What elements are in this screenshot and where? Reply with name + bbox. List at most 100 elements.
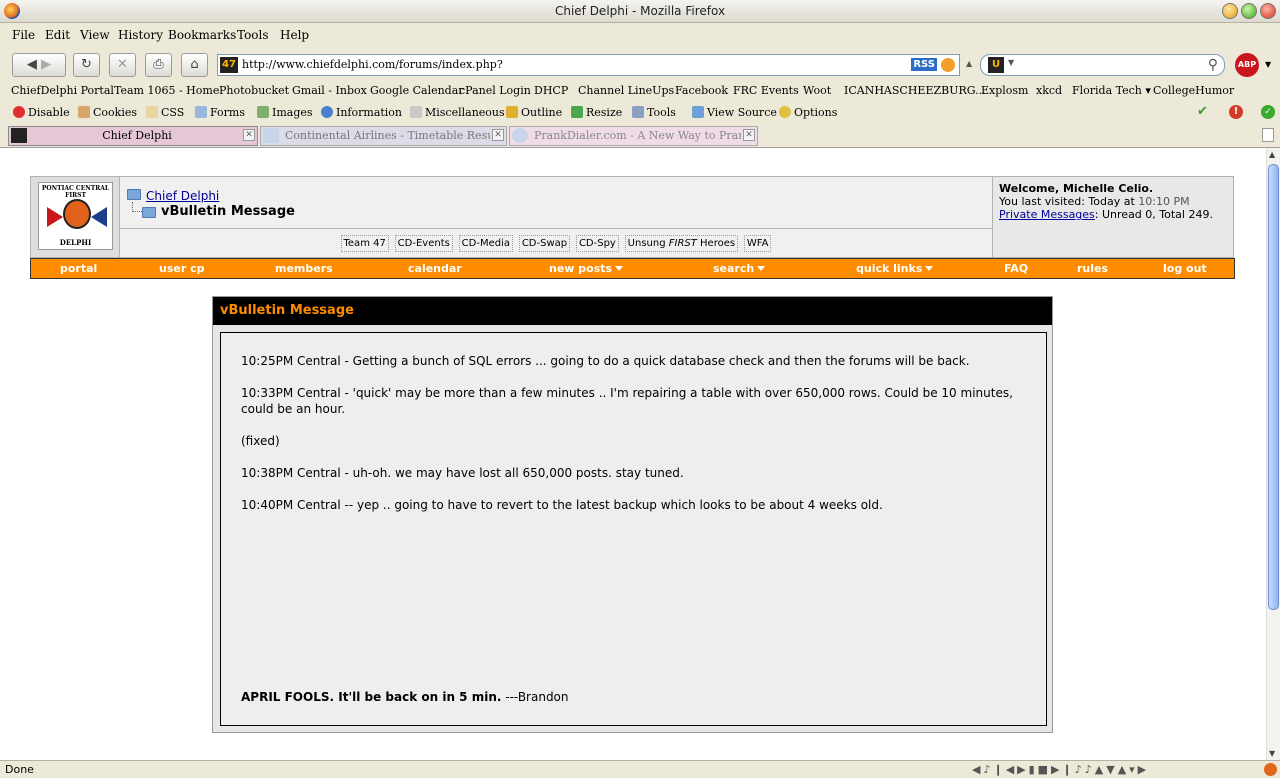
bookmark-item[interactable]: FRC Events bbox=[733, 84, 799, 97]
tab-prankdialer[interactable]: PrankDialer.com - A New Way to Prank Y..… bbox=[509, 126, 758, 146]
close-tab-icon[interactable]: ✕ bbox=[492, 129, 504, 141]
unsung-pre: Unsung bbox=[627, 238, 669, 249]
devtool-label: Forms bbox=[210, 106, 245, 119]
bookmark-item[interactable]: Gmail - Inbox bbox=[292, 84, 367, 97]
tab-continental[interactable]: Continental Airlines - Timetable Results… bbox=[260, 126, 507, 146]
private-messages-link[interactable]: Private Messages bbox=[999, 208, 1095, 221]
bookmark-item[interactable]: Google Calendar bbox=[370, 84, 464, 97]
media-controls-icons[interactable]: ◀♪❙◀▶▮■▶❙♪♪▲▼▲▾▶ bbox=[972, 763, 1149, 776]
nav-new-posts[interactable]: new posts bbox=[549, 262, 624, 275]
new-tab-icon[interactable] bbox=[1262, 128, 1274, 142]
menu-file[interactable]: File bbox=[12, 28, 35, 42]
adblock-plus-icon[interactable]: ABP bbox=[1235, 53, 1259, 77]
bookmark-item[interactable]: Photobucket bbox=[219, 84, 289, 97]
bookmark-item[interactable]: Facebook bbox=[675, 84, 728, 97]
bookmark-item[interactable]: Team 1065 - Home bbox=[114, 84, 219, 97]
bookmark-item[interactable]: Explosm bbox=[981, 84, 1029, 97]
back-arrow-icon[interactable]: ◀ bbox=[27, 57, 37, 72]
bookmark-item[interactable]: Channel LineUps bbox=[578, 84, 674, 97]
close-tab-icon[interactable]: ✕ bbox=[243, 129, 255, 141]
adblock-dropdown-icon[interactable]: ▼ bbox=[1265, 60, 1271, 69]
bookmark-item[interactable]: xkcd bbox=[1036, 84, 1062, 97]
private-messages: Private Messages: Unread 0, Total 249. bbox=[999, 208, 1227, 221]
menu-view[interactable]: View bbox=[80, 28, 110, 42]
go-icon[interactable] bbox=[941, 58, 955, 72]
engine-dropdown-icon[interactable]: ▼ bbox=[1008, 58, 1014, 67]
close-tab-icon[interactable]: ✕ bbox=[743, 129, 755, 141]
devtool-cookies[interactable]: Cookies bbox=[78, 106, 137, 119]
link-unsung-first-heroes[interactable]: Unsung FIRST Heroes bbox=[624, 235, 739, 252]
forward-arrow-icon[interactable]: ▶ bbox=[41, 57, 51, 72]
reload-button[interactable]: ↻ bbox=[73, 53, 100, 77]
status-ok-icon[interactable]: ✓ bbox=[1261, 105, 1275, 119]
search-box[interactable]: U ▼ ⚲ bbox=[980, 54, 1225, 76]
tab-chief-delphi[interactable]: Chief Delphi ✕ bbox=[8, 126, 258, 146]
search-engine-icon[interactable]: U bbox=[988, 57, 1004, 73]
menu-bookmarks[interactable]: Bookmarks bbox=[168, 28, 236, 42]
link-wfa[interactable]: WFA bbox=[743, 235, 772, 252]
minimize-button[interactable] bbox=[1222, 3, 1238, 19]
scroll-down-icon[interactable]: ▼ bbox=[1269, 749, 1275, 758]
devtool-view-source[interactable]: View Source bbox=[692, 106, 777, 119]
devtool-miscellaneous[interactable]: Miscellaneous bbox=[410, 106, 505, 119]
back-forward-button[interactable]: ◀ ▶ bbox=[12, 53, 66, 77]
stop-icon: ✕ bbox=[117, 57, 128, 72]
menu-history[interactable]: History bbox=[118, 28, 163, 42]
validation-ok-icon[interactable]: ✔ bbox=[1197, 104, 1208, 119]
scrollbar-thumb[interactable] bbox=[1268, 164, 1279, 610]
nav-rules[interactable]: rules bbox=[1077, 262, 1108, 275]
devtool-forms[interactable]: Forms bbox=[195, 106, 245, 119]
nav-portal[interactable]: portal bbox=[60, 262, 97, 275]
bookmark-item[interactable]: ChiefDelphi Portal bbox=[11, 84, 114, 97]
signoff-bold: APRIL FOOLS. It'll be back on in 5 min. bbox=[241, 690, 502, 704]
url-text[interactable]: http://www.chiefdelphi.com/forums/index.… bbox=[242, 58, 503, 71]
menu-help[interactable]: Help bbox=[280, 28, 309, 42]
bookmark-item[interactable]: cPanel Login bbox=[459, 84, 531, 97]
nav-log-out[interactable]: log out bbox=[1163, 262, 1207, 275]
link-cd-spy[interactable]: CD-Spy bbox=[575, 235, 619, 252]
nav-quick-links[interactable]: quick links bbox=[856, 262, 934, 275]
bookmark-item[interactable]: ICANHASCHEEZBURG... bbox=[844, 84, 986, 97]
bookmark-folder[interactable]: Florida Tech ▾ bbox=[1072, 84, 1151, 97]
history-dropdown-icon[interactable]: ▲ bbox=[966, 59, 972, 68]
nav-calendar[interactable]: calendar bbox=[408, 262, 462, 275]
devtool-tools[interactable]: Tools bbox=[632, 106, 676, 119]
vertical-scrollbar[interactable]: ▲ ▼ bbox=[1266, 148, 1280, 760]
link-cd-events[interactable]: CD-Events bbox=[394, 235, 453, 252]
chief-delphi-logo[interactable]: PONTIAC CENTRAL FIRST DELPHI bbox=[31, 177, 120, 257]
nav-faq[interactable]: FAQ bbox=[1004, 262, 1028, 275]
window-titlebar: Chief Delphi - Mozilla Firefox bbox=[0, 0, 1280, 23]
address-bar[interactable]: 47 http://www.chiefdelphi.com/forums/ind… bbox=[217, 54, 960, 76]
home-button[interactable]: ⌂ bbox=[181, 53, 208, 77]
devtool-information[interactable]: Information bbox=[321, 106, 402, 119]
maximize-button[interactable] bbox=[1241, 3, 1257, 19]
logo-orange-circle bbox=[63, 199, 91, 229]
error-icon[interactable]: ! bbox=[1229, 105, 1243, 119]
scroll-up-icon[interactable]: ▲ bbox=[1269, 150, 1275, 159]
link-team-47[interactable]: Team 47 bbox=[340, 235, 389, 252]
nav-search[interactable]: search bbox=[713, 262, 766, 275]
print-button[interactable]: ⎙ bbox=[145, 53, 172, 77]
tab-label: Chief Delphi bbox=[102, 129, 172, 142]
devtool-css[interactable]: CSS bbox=[146, 106, 184, 119]
menu-edit[interactable]: Edit bbox=[45, 28, 70, 42]
menu-tools[interactable]: Tools bbox=[237, 28, 269, 42]
devtool-options[interactable]: Options bbox=[779, 106, 837, 119]
signoff-author: ---Brandon bbox=[501, 690, 569, 704]
devtool-outline[interactable]: Outline bbox=[506, 106, 562, 119]
nav-members[interactable]: members bbox=[275, 262, 333, 275]
stop-button[interactable]: ✕ bbox=[109, 53, 136, 77]
devtool-disable[interactable]: Disable bbox=[13, 106, 70, 119]
search-icon[interactable]: ⚲ bbox=[1208, 57, 1218, 73]
link-cd-media[interactable]: CD-Media bbox=[458, 235, 513, 252]
devtool-resize[interactable]: Resize bbox=[571, 106, 622, 119]
rss-feed-icon[interactable]: RSS bbox=[911, 58, 937, 71]
devtool-images[interactable]: Images bbox=[257, 106, 313, 119]
bookmark-item[interactable]: CollegeHumor bbox=[1153, 84, 1234, 97]
nav-user-cp[interactable]: user cp bbox=[159, 262, 205, 275]
link-cd-swap[interactable]: CD-Swap bbox=[518, 235, 571, 252]
breadcrumb-link-chief-delphi[interactable]: Chief Delphi bbox=[146, 189, 219, 203]
close-window-button[interactable] bbox=[1260, 3, 1276, 19]
bookmark-item[interactable]: DHCP bbox=[534, 84, 568, 97]
bookmark-item[interactable]: Woot bbox=[803, 84, 831, 97]
